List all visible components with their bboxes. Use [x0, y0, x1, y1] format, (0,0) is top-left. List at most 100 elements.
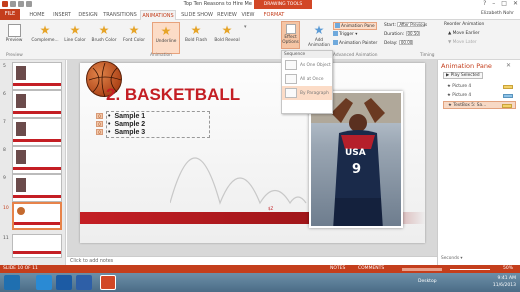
tab-format[interactable]: FORMAT	[262, 10, 286, 20]
animation-tag[interactable]: 0	[96, 129, 103, 135]
move-earlier-button[interactable]: ▲ Move Earlier	[448, 31, 479, 36]
outlook-icon[interactable]	[56, 275, 72, 290]
start-control[interactable]: Start: After Previous	[384, 22, 427, 28]
menu-item-all-at-once[interactable]: All at Once	[282, 72, 332, 86]
start-button-icon[interactable]	[4, 275, 20, 290]
ribbon: Preview Preview ★ Compleme... ★ Line Col…	[0, 20, 520, 60]
bullet-item: Sample 2	[108, 121, 145, 129]
tab-view[interactable]: VIEW	[240, 10, 256, 20]
word-icon[interactable]	[76, 275, 92, 290]
ribbon-tabs: FILE HOME INSERT DESIGN TRANSITIONS ANIM…	[0, 9, 520, 20]
minimize-icon[interactable]: –	[492, 0, 495, 7]
pane-animation-item[interactable]: ★ Picture 4	[443, 92, 516, 100]
tab-transitions[interactable]: TRANSITIONS	[102, 10, 138, 20]
duration-input[interactable]: 00.50	[405, 31, 420, 36]
pane-icon	[335, 23, 340, 28]
delay-input[interactable]: 00.00	[398, 40, 413, 45]
animation-painter-button[interactable]: Animation Painter	[333, 40, 377, 46]
menu-item-as-one-object[interactable]: As One Object	[282, 58, 332, 72]
effect-line-color[interactable]: ★ Line Color	[62, 22, 88, 54]
pane-item-label: TextBox 5: Sa...	[453, 103, 487, 108]
thumb-number: 6	[3, 92, 6, 97]
move-earlier-label: Move Earlier	[452, 31, 480, 36]
notes-button[interactable]: NOTES	[330, 265, 345, 273]
pane-animation-item-selected[interactable]: ★ TextBox 5: Sa...	[443, 101, 516, 109]
tab-slide-show[interactable]: SLIDE SHOW	[180, 10, 214, 20]
help-icon[interactable]: ?	[483, 0, 486, 7]
move-later-button[interactable]: ▼ Move Later	[448, 40, 477, 45]
tab-file[interactable]: FILE	[0, 9, 20, 20]
delay-control[interactable]: Delay: 00.00	[384, 40, 413, 46]
thumb-number: 10	[3, 206, 9, 211]
desktop-label[interactable]: Desktop	[418, 279, 437, 284]
close-icon[interactable]: ✕	[513, 0, 518, 7]
start-label: Start:	[384, 23, 396, 28]
tab-animations[interactable]: ANIMATIONS	[140, 10, 176, 20]
slide-thumbnail-selected[interactable]	[12, 202, 62, 230]
trigger-button[interactable]: Trigger ▾	[333, 31, 357, 37]
thumb-number: 8	[3, 148, 6, 153]
add-animation-label: Add Animation	[308, 38, 330, 48]
gallery-more-icon[interactable]: ▾	[244, 24, 247, 30]
pane-close-icon[interactable]: ✕	[506, 62, 511, 69]
star-icon: ★	[190, 23, 202, 37]
slide-thumbnail[interactable]	[12, 90, 62, 118]
effect-brush-color[interactable]: ★ Brush Color	[90, 22, 118, 54]
effect-bold-reveal[interactable]: ★ Bold Reveal	[212, 22, 242, 54]
animation-pane-button[interactable]: Animation Pane	[333, 22, 377, 30]
status-bar: SLIDE 10 OF 11 NOTES COMMENTS 50%	[0, 265, 520, 273]
slide-thumbnail[interactable]	[12, 118, 62, 146]
pane-seconds-footer[interactable]: Seconds ▾	[441, 256, 463, 261]
thumb-red-bar	[13, 251, 61, 254]
save-icon[interactable]	[10, 1, 16, 7]
effect-font-color[interactable]: ★ Font Color	[120, 22, 148, 54]
undo-icon[interactable]	[18, 1, 24, 7]
jersey-number: 9	[352, 162, 361, 177]
star-icon: ★	[128, 23, 140, 37]
comments-button[interactable]: COMMENTS	[358, 265, 384, 273]
effect-underline[interactable]: ★ Underline	[152, 22, 180, 54]
slide-thumbnail[interactable]	[12, 62, 62, 90]
start-select[interactable]: After Previous	[397, 22, 427, 27]
slide-thumbnail[interactable]	[12, 234, 62, 258]
trigger-label: Trigger	[339, 32, 354, 37]
pane-animation-item[interactable]: ★ Picture 4	[443, 83, 516, 91]
zoom-level[interactable]: 50%	[503, 265, 513, 273]
redo-icon[interactable]	[26, 1, 32, 7]
by-paragraph-icon	[285, 88, 297, 98]
group-label-animation: Animation	[150, 53, 172, 58]
effect-complementary[interactable]: ★ Compleme...	[30, 22, 60, 54]
tab-review[interactable]: REVIEW	[216, 10, 238, 20]
group-label-advanced: Advanced Animation	[333, 53, 378, 58]
play-selected-button[interactable]: ▶ Play Selected	[443, 72, 483, 79]
bullet-list[interactable]: Sample 1 Sample 2 Sample 3	[108, 113, 145, 137]
animation-tag[interactable]: 0	[96, 121, 103, 127]
slide-thumbnail[interactable]	[12, 174, 62, 202]
thumb-number: 11	[3, 236, 9, 241]
effect-bold-flash[interactable]: ★ Bold Flash	[182, 22, 210, 54]
duration-control[interactable]: Duration: 00.50	[384, 31, 420, 37]
menu-item-by-paragraph[interactable]: By Paragraph	[282, 86, 332, 100]
group-label-preview: Preview	[6, 53, 23, 58]
slide-title[interactable]: 2. BASKETBALL	[106, 85, 240, 105]
maximize-icon[interactable]: □	[501, 0, 507, 7]
effect-options-label: Effect Options	[282, 35, 299, 45]
tab-home[interactable]: HOME	[26, 10, 48, 20]
powerpoint-taskbar-icon[interactable]	[100, 275, 116, 290]
zoom-slider[interactable]	[450, 269, 490, 270]
bullet-item: Sample 1	[108, 113, 145, 121]
user-name[interactable]: Elizabeth Nohr	[481, 11, 514, 16]
effect-options-button[interactable]: Effect Options	[281, 21, 300, 49]
slide-thumbnail[interactable]	[12, 146, 62, 174]
tab-design[interactable]: DESIGN	[76, 10, 100, 20]
view-buttons[interactable]	[402, 268, 442, 271]
internet-explorer-icon[interactable]	[36, 275, 52, 290]
effect-label: Bold Flash	[184, 38, 208, 43]
contextual-tab-drawing-tools: DRAWING TOOLS	[254, 0, 312, 9]
tab-insert[interactable]: INSERT	[50, 10, 74, 20]
notes-pane[interactable]: Click to add notes	[67, 256, 437, 265]
preview-button[interactable]: Preview	[2, 22, 26, 54]
group-label-timing: Timing	[420, 53, 435, 58]
clock[interactable]: 9:41 AM 11/6/2013	[493, 275, 516, 289]
animation-tag[interactable]: 0	[96, 113, 103, 119]
